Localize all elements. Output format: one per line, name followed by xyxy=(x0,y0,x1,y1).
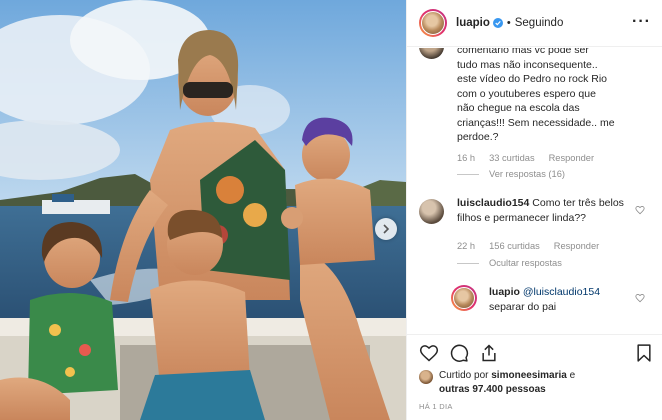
post-header: luapio • Seguindo ··· xyxy=(407,0,662,47)
likes-count[interactable]: outras 97.400 pessoas xyxy=(439,384,546,395)
hide-replies-toggle[interactable]: Ocultar respostas xyxy=(457,258,562,268)
comment-icon[interactable] xyxy=(449,343,469,363)
comment-likes[interactable]: 33 curtidas xyxy=(489,153,534,163)
commenter-avatar[interactable] xyxy=(419,199,444,224)
comment-text: comentário mas vc pode ser tudo mas não … xyxy=(457,48,615,143)
more-options-icon[interactable]: ··· xyxy=(632,14,651,30)
comment-meta: 22 h 156 curtidas Responder xyxy=(457,241,599,251)
beach-family-photo xyxy=(0,0,406,420)
bookmark-icon[interactable] xyxy=(634,343,654,363)
view-replies-toggle[interactable]: Ver respostas (16) xyxy=(457,169,565,179)
comments-list[interactable]: comentário mas vc pode ser tudo mas não … xyxy=(407,48,662,334)
reply-text: luapio @luisclaudio154 separar do pai xyxy=(489,286,601,313)
comment-username[interactable]: luisclaudio154 xyxy=(457,197,529,209)
header-separator: • xyxy=(506,17,511,29)
reply-button[interactable]: Responder xyxy=(549,153,594,163)
post-photo[interactable] xyxy=(0,0,406,420)
comment-likes[interactable]: 156 curtidas xyxy=(489,241,540,251)
comment-like-heart-icon[interactable] xyxy=(635,293,645,303)
instagram-post: luapio • Seguindo ··· comentário mas vc … xyxy=(0,0,662,420)
comment-like-heart-icon[interactable] xyxy=(635,205,645,215)
reply-username[interactable]: luapio xyxy=(489,286,520,298)
share-icon[interactable] xyxy=(479,343,499,363)
carousel-next-icon xyxy=(383,224,390,234)
author-avatar[interactable] xyxy=(419,9,447,37)
comment-time[interactable]: 16 h xyxy=(457,153,475,163)
likes-summary: Curtido por simoneesimaria e outras 97.4… xyxy=(419,369,575,396)
post-side-panel: luapio • Seguindo ··· comentário mas vc … xyxy=(406,0,662,420)
liker-avatar[interactable] xyxy=(419,370,433,384)
commenter-avatar[interactable] xyxy=(419,48,444,59)
follow-status[interactable]: Seguindo xyxy=(515,17,564,29)
liker-username[interactable]: simoneesimaria xyxy=(491,370,567,381)
comment-time[interactable]: 22 h xyxy=(457,241,475,251)
author-username[interactable]: luapio xyxy=(456,17,490,29)
heart-icon[interactable] xyxy=(419,343,439,363)
reply-button[interactable]: Responder xyxy=(554,241,599,251)
verified-icon xyxy=(492,18,503,28)
reply-mention[interactable]: @luisclaudio154 xyxy=(523,286,600,298)
comment-meta: 16 h 33 curtidas Responder xyxy=(457,153,594,163)
comment-text: luisclaudio154 Como ter três belos filho… xyxy=(457,197,624,224)
reply-author-avatar[interactable] xyxy=(451,285,477,311)
carousel-next-button[interactable] xyxy=(375,218,397,240)
post-time-ago: HÁ 1 DIA xyxy=(419,402,453,411)
